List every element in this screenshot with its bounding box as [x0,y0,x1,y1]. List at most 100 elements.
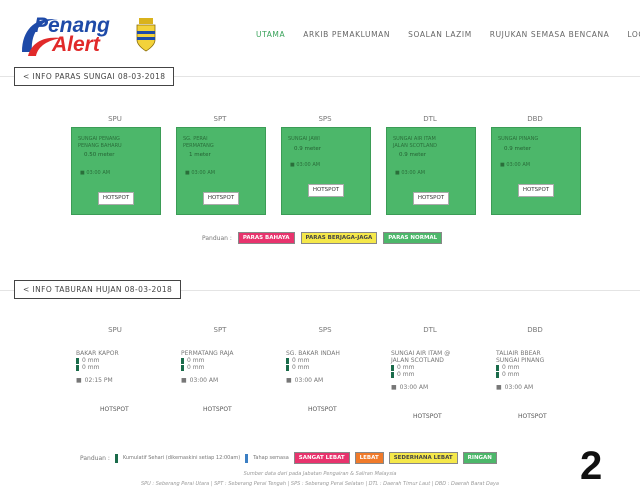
footer-source: Sumber data dari pada Jabatan Pengairan … [243,471,397,477]
rain-current-row: 0 mm [76,364,166,371]
rain-station-name: SG. BAKAR INDAH [286,350,340,357]
hotspot-button[interactable]: HOTSPOT [413,192,449,205]
rain-current-row: 0 mm [496,371,586,378]
rain-hotspot-spt[interactable]: HOTSPOT [203,406,232,413]
rain-code-dtl: DTL [423,326,437,334]
legend-current: Tahap semasa [253,455,289,461]
rain-hotspot-dbd[interactable]: HOTSPOT [518,413,547,420]
rain-code-spu: SPU [108,326,122,334]
camera-icon: ■ [500,162,505,168]
legend-sangat-lebat: SANGAT LEBAT [293,452,350,464]
bar-icon [245,453,249,463]
camera-icon: ■ [286,377,292,384]
river-title-text: INFO PARAS SUNGAI 08-03-2018 [32,72,166,81]
river-time: ■ 03:00 AM [290,162,321,168]
river-station-name: SG. PERAI [183,136,208,142]
rain-station-spu[interactable]: BAKAR KAPOR 0 mm 0 mm ■ 02:15 PM [76,350,166,384]
hotspot-button[interactable]: HOTSPOT [518,184,554,197]
rain-station-sps[interactable]: SG. BAKAR INDAH 0 mm 0 mm ■ 03:00 AM [286,350,376,384]
river-legend: Panduan : PARAS BAHAYA PARAS BERJAGA-JAG… [202,232,443,244]
river-card-spu[interactable]: SUNGAI PENANG PENANG BAHARU 0.50 meter ■… [71,127,161,215]
river-station-name: SUNGAI PINANG [498,136,539,142]
rain-station-name: PERMATANG RAJA [181,350,234,357]
rain-station-name: TALIAIR BBEAR [496,350,541,357]
hotspot-button[interactable]: HOTSPOT [308,184,344,197]
rain-hotspot-spu[interactable]: HOTSPOT [100,406,129,413]
rain-title-text: INFO TABURAN HUJAN 08-03-2018 [32,285,173,294]
river-station-subname: PERMATANG [183,143,214,149]
rain-station-name: SUNGAI AIR ITAM @ [391,350,451,357]
bar-icon [181,357,184,364]
rain-hotspot-sps[interactable]: HOTSPOT [308,406,337,413]
river-card-spt[interactable]: SG. PERAI PERMATANG 1 meter ■ 03:00 AM H… [176,127,266,215]
nav-arkib-pemakluman[interactable]: ARKIB PEMAKLUMAN [303,30,390,39]
river-card-sps[interactable]: SUNGAI JAWI 0.9 meter ■ 03:00 AM HOTSPOT [281,127,371,215]
rain-station-dtl[interactable]: SUNGAI AIR ITAM @ JALAN SCOTLAND 0 mm 0 … [391,350,481,391]
footer-abbreviations: SPU : Seberang Perai Utara | SPT : Seber… [140,481,499,487]
bar-icon [286,357,289,364]
river-time: ■ 03:00 AM [500,162,531,168]
rain-station-dbd[interactable]: TALIAIR BBEAR SUNGAI PINANG 0 mm 0 mm ■ 0… [496,350,586,391]
rain-daily-row: 0 mm [286,357,376,364]
river-card-dtl[interactable]: SUNGAI AIR ITAM JALAN SCOTLAND 0.9 meter… [386,127,476,215]
penang-alert-logo[interactable]: Penang Alert [18,8,156,58]
river-station-name: SUNGAI PENANG [78,136,120,142]
rain-code-spt: SPT [213,326,227,334]
rain-station-name-2: SUNGAI PINANG [496,357,545,364]
nav-utama[interactable]: UTAMA [256,30,285,39]
river-section-title: < INFO PARAS SUNGAI 08-03-2018 [14,67,175,86]
rain-section-title: < INFO TABURAN HUJAN 08-03-2018 [14,280,182,299]
hotspot-button[interactable]: HOTSPOT [98,192,134,205]
rain-hotspot-dtl[interactable]: HOTSPOT [413,413,442,420]
rain-time: ■ 03:00 AM [391,384,429,391]
legend-paras-berjaga-jaga: PARAS BERJAGA-JAGA [300,232,378,244]
penang-crest-icon [136,18,156,52]
rain-daily-row: 0 mm [76,357,166,364]
bar-icon [76,357,79,364]
rain-daily-row: 0 mm [496,364,586,371]
river-level-value: 0.50 meter [84,152,115,158]
river-card-dbd[interactable]: SUNGAI PINANG 0.9 meter ■ 03:00 AM HOTSP… [491,127,581,215]
rain-station-spt[interactable]: PERMATANG RAJA 0 mm 0 mm ■ 03:00 AM [181,350,271,384]
camera-icon: ■ [395,170,400,176]
rain-time: ■ 03:00 AM [181,377,219,384]
rain-time: ■ 02:15 PM [76,377,113,384]
rain-daily-row: 0 mm [181,357,271,364]
bar-icon [181,364,184,371]
river-level-value: 1 meter [189,152,211,158]
nav-rujukan-semasa-bencana[interactable]: RUJUKAN SEMASA BENCANA [490,30,610,39]
river-time: ■ 03:00 AM [395,170,426,176]
hotspot-button[interactable]: HOTSPOT [203,192,239,205]
rain-station-name-2: JALAN SCOTLAND [391,357,444,364]
rain-code-dbd: DBD [527,326,543,334]
river-time: ■ 03:00 AM [80,170,111,176]
legend-label: Panduan : [202,234,232,242]
legend-paras-normal: PARAS NORMAL [383,232,443,244]
camera-icon: ■ [80,170,85,176]
nav-soalan-lazim[interactable]: SOALAN LAZIM [408,30,472,39]
camera-icon: ■ [290,162,295,168]
site-header: Penang Alert UTAMA ARKIB PEMAKLUMAN SOAL… [0,0,640,62]
rain-daily-row: 0 mm [391,364,481,371]
share-icon: < [23,285,30,294]
river-station-name: SUNGAI AIR ITAM [393,136,436,142]
rain-time: ■ 03:00 AM [496,384,534,391]
corner-number: 2 [580,444,603,488]
river-code-sps: SPS [318,115,332,123]
river-code-dbd: DBD [527,115,543,123]
nav-login[interactable]: LOGIN [627,30,640,39]
main-nav: UTAMA ARKIB PEMAKLUMAN SOALAN LAZIM RUJU… [256,30,640,39]
rain-current-row: 0 mm [391,371,481,378]
legend-sederhana-lebat: SEDERHANA LEBAT [388,452,458,464]
camera-icon: ■ [496,384,502,391]
river-station-subname: PENANG BAHARU [78,143,122,149]
rain-code-sps: SPS [318,326,332,334]
logo-line2: Alert [52,33,100,56]
bar-icon [286,364,289,371]
camera-icon: ■ [76,377,82,384]
rain-station-name: BAKAR KAPOR [76,350,119,357]
camera-icon: ■ [185,170,190,176]
legend-ringan: RINGAN [462,452,497,464]
bar-icon [76,364,79,371]
rain-legend: Panduan : Kumulatif Sehari (dikemaskini … [80,452,497,464]
